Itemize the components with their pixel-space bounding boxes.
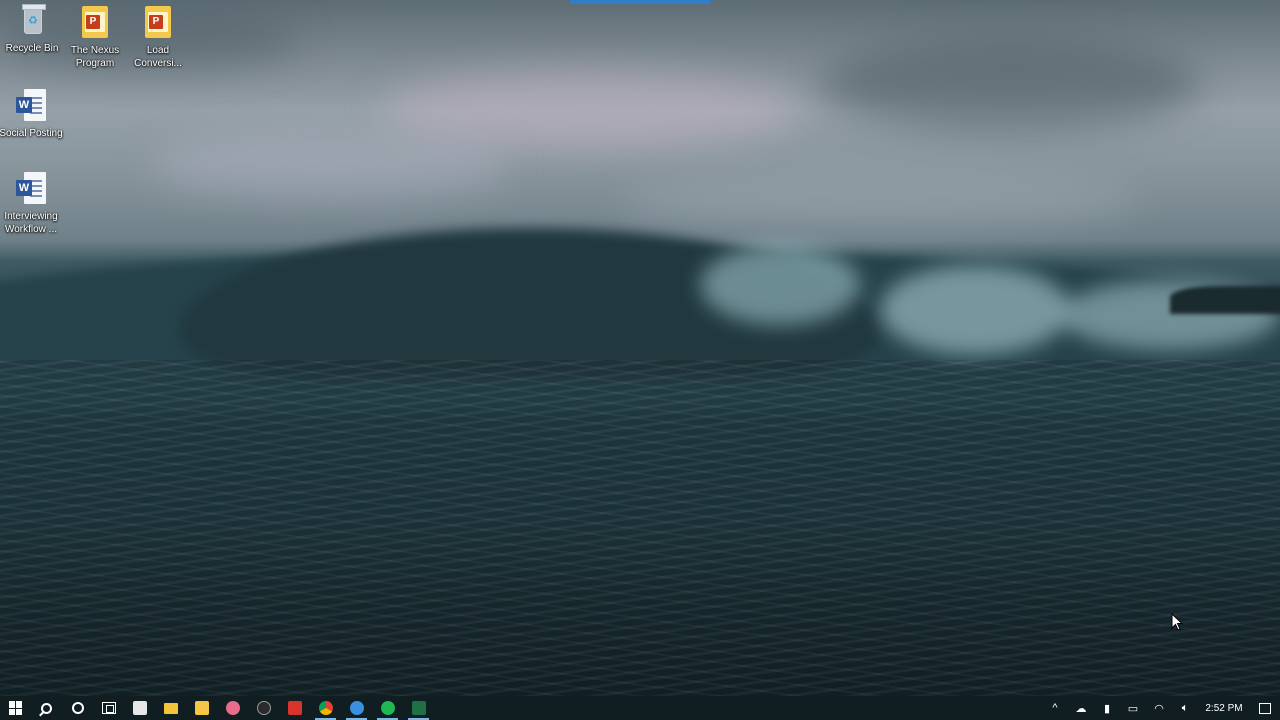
wallpaper-headland [1170,286,1280,314]
spotify-icon [380,701,395,715]
desktop-icon-social-posting[interactable]: W Social Posting [0,89,66,140]
desktop-icon-load-conversion[interactable]: P Load Conversi... [123,6,193,70]
dark-app-icon [256,701,271,715]
powerpoint-file-icon: P [78,6,112,40]
desktop-icon-label: Interviewing Workflow ... [4,211,58,235]
action-center-icon [1259,702,1271,714]
excel-icon [411,701,426,715]
wallpaper-foam [700,245,860,325]
taskbar-app-store[interactable] [186,696,217,720]
search-button[interactable] [31,696,62,720]
recycle-bin-icon: ♻ [15,4,49,38]
task-view-button[interactable] [93,696,124,720]
notes-app-icon [132,701,147,715]
start-icon [8,701,23,715]
desktop-icon-interviewing-workflow[interactable]: W Interviewing Workflow ... [0,172,66,236]
action-center-button[interactable] [1250,696,1280,720]
desktop-icon-nexus-program[interactable]: P The Nexus Program [60,6,130,70]
taskbar-app-notes[interactable] [124,696,155,720]
chevron-up-icon[interactable]: ^ [1042,696,1068,720]
window-edge-bar [570,0,711,4]
wallpaper-ripples [0,360,1280,696]
taskbar-app-pink[interactable] [217,696,248,720]
file-explorer-icon [163,702,178,714]
store-icon [194,701,209,715]
desktop-icon-recycle-bin[interactable]: ♻ Recycle Bin [0,4,67,55]
chrome-icon [318,701,333,715]
word-file-icon: W [14,172,48,206]
taskbar-app-network[interactable] [341,696,372,720]
pink-app-icon [225,701,240,715]
volume-icon[interactable]: 🔈︎ [1172,696,1198,720]
desktop-icon-label: The Nexus Program [70,45,120,69]
taskbar-app-slides[interactable] [279,696,310,720]
wallpaper-cloud [620,170,1140,230]
taskbar-app-chrome[interactable] [310,696,341,720]
wallpaper-cloud [150,130,510,200]
system-tray: ^ ☁ ▮ ▭ ◠ 🔈︎ 2:52 PM [1042,696,1280,720]
desktop-icon-label: Social Posting [0,128,63,139]
taskbar: ^ ☁ ▮ ▭ ◠ 🔈︎ 2:52 PM [0,696,1280,720]
onedrive-icon[interactable]: ☁ [1068,696,1094,720]
taskbar-app-excel[interactable] [403,696,434,720]
desktop-icon-label: Recycle Bin [5,43,59,54]
battery-icon[interactable]: ▭ [1120,696,1146,720]
powerpoint-file-icon: P [141,6,175,40]
start-button[interactable] [0,696,31,720]
search-icon [41,702,52,714]
taskbar-clock[interactable]: 2:52 PM [1198,703,1250,714]
microphone-icon[interactable]: ▮ [1094,696,1120,720]
desktop-icon-label: Load Conversi... [134,45,182,69]
wallpaper-foam [880,265,1070,355]
slides-app-icon [287,701,302,715]
task-view-icon [101,702,116,714]
taskbar-app-dark[interactable] [248,696,279,720]
network-app-icon [349,701,364,715]
wifi-icon[interactable]: ◠ [1146,696,1172,720]
cortana-button[interactable] [62,696,93,720]
taskbar-app-spotify[interactable] [372,696,403,720]
wallpaper-cloud [820,40,1200,130]
word-file-icon: W [14,89,48,123]
desktop-wallpaper: ♻ Recycle Bin P The Nexus Program P Load… [0,0,1280,696]
taskbar-app-file-explorer[interactable] [155,696,186,720]
cortana-icon [71,702,84,714]
